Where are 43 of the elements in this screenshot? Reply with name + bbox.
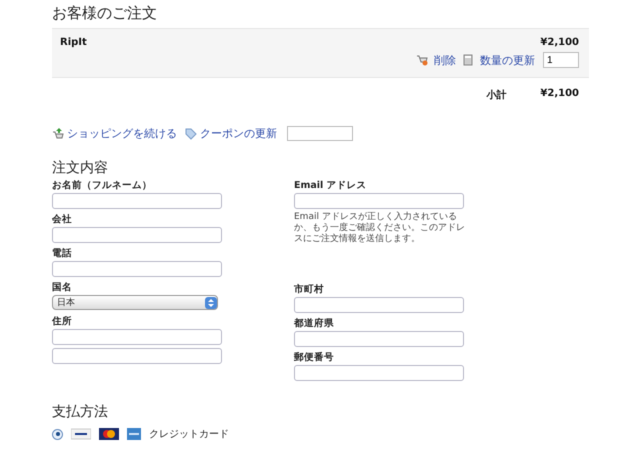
country-select[interactable]: 日本 — [52, 295, 218, 310]
coupon-field[interactable] — [287, 126, 353, 141]
cart-icon — [416, 54, 428, 66]
field-label: 市町村 — [294, 283, 325, 297]
quantity-field[interactable]: 1 — [543, 52, 579, 68]
radio-button[interactable] — [52, 428, 63, 440]
subtotal-label: 小計 — [486, 88, 506, 103]
field-label: 電話 — [52, 247, 73, 261]
input-field[interactable] — [52, 193, 222, 209]
input-field[interactable] — [52, 348, 222, 364]
section-heading: 支払方法 — [52, 403, 109, 422]
card-icon — [99, 428, 119, 440]
card-icon — [127, 428, 141, 440]
input-field[interactable] — [52, 227, 222, 243]
update-coupon-link[interactable]: クーポンの更新 — [185, 126, 277, 141]
tag-icon — [185, 128, 197, 140]
calculator-icon — [462, 54, 474, 66]
update-quantity-link[interactable]: 数量の更新 — [480, 52, 535, 68]
payment-method-label: クレジットカード — [149, 428, 229, 441]
stepper-icon — [205, 296, 217, 308]
input-field[interactable] — [294, 297, 464, 313]
page-title: お客様のご注文 — [52, 3, 158, 24]
product-name: RipIt — [60, 37, 87, 48]
remove-link[interactable]: 削除 — [434, 52, 456, 68]
input-field[interactable] — [52, 261, 222, 277]
continue-shopping-link[interactable]: ショッピングを続ける — [52, 126, 177, 141]
input-field[interactable] — [52, 329, 222, 345]
field-label: Email アドレス — [294, 179, 368, 193]
input-field[interactable] — [294, 331, 464, 347]
help-text: Email アドレスが正しく入力されているか、もう一度ご確認ください。このアドレスにご注文情報を送信します。 — [294, 212, 466, 245]
input-field[interactable] — [294, 193, 464, 209]
cart-icon — [52, 128, 64, 140]
card-icon — [71, 428, 91, 440]
field-label: お名前（フルネーム） — [52, 179, 153, 193]
field-label: 会社 — [52, 213, 73, 227]
field-label: 国名 — [52, 281, 73, 295]
field-label: 郵便番号 — [294, 351, 335, 365]
item-price: ¥2,100 — [540, 37, 579, 48]
field-label: 都道府県 — [294, 317, 335, 331]
section-heading: 注文内容 — [52, 159, 109, 178]
field-label: 住所 — [52, 315, 73, 329]
subtotal-value: ¥2,100 — [540, 88, 579, 101]
input-field[interactable] — [294, 365, 464, 381]
